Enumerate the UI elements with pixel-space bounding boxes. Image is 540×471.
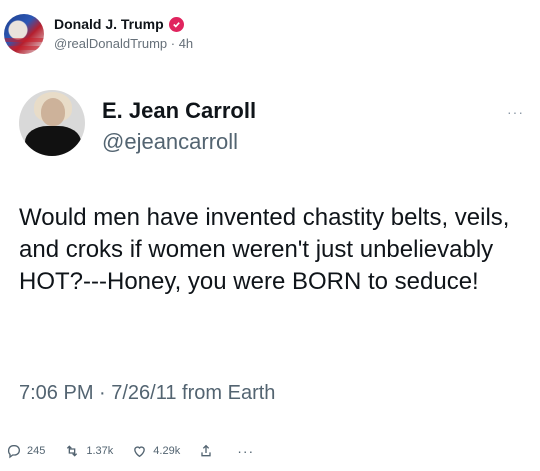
repost-count: 1.37k	[86, 445, 114, 457]
quoted-author-avatar	[19, 90, 85, 156]
quoted-tweet-image[interactable]: E. Jean Carroll @ejeancarroll ··· Would …	[2, 74, 536, 428]
reply-button[interactable]: 245	[6, 443, 45, 459]
repost-icon	[67, 445, 78, 457]
like-icon	[134, 446, 146, 458]
quoted-author-name: E. Jean Carroll	[102, 98, 257, 123]
author-name-row[interactable]: Donald J. Trump	[54, 16, 193, 32]
reply-icon	[7, 445, 20, 459]
author-handle-time: @realDonaldTrump · 4h	[54, 36, 194, 51]
author-name[interactable]: Donald J. Trump	[54, 16, 164, 32]
share-icon	[201, 444, 211, 457]
more-icon[interactable]: ···	[237, 443, 254, 459]
quoted-author-handle: @ejeancarroll	[102, 129, 239, 154]
quoted-more-icon: ···	[507, 104, 524, 120]
quoted-tweet-text: Would men have invented chastity belts, …	[19, 204, 510, 295]
author-avatar[interactable]	[4, 14, 44, 54]
like-button[interactable]: 4.29k	[131, 443, 180, 459]
repost-button[interactable]: 1.37k	[63, 443, 113, 459]
action-bar: 245 1.37k 4.29k ···	[6, 440, 272, 462]
reply-count: 245	[27, 445, 46, 457]
like-count: 4.29k	[153, 445, 181, 457]
share-button[interactable]	[198, 443, 219, 459]
quoted-tweet-meta: 7:06 PM · 7/26/11 from Earth	[19, 382, 276, 404]
verified-badge-icon	[168, 16, 184, 32]
post-header: Donald J. Trump @realDonaldTrump · 4h	[54, 16, 193, 51]
